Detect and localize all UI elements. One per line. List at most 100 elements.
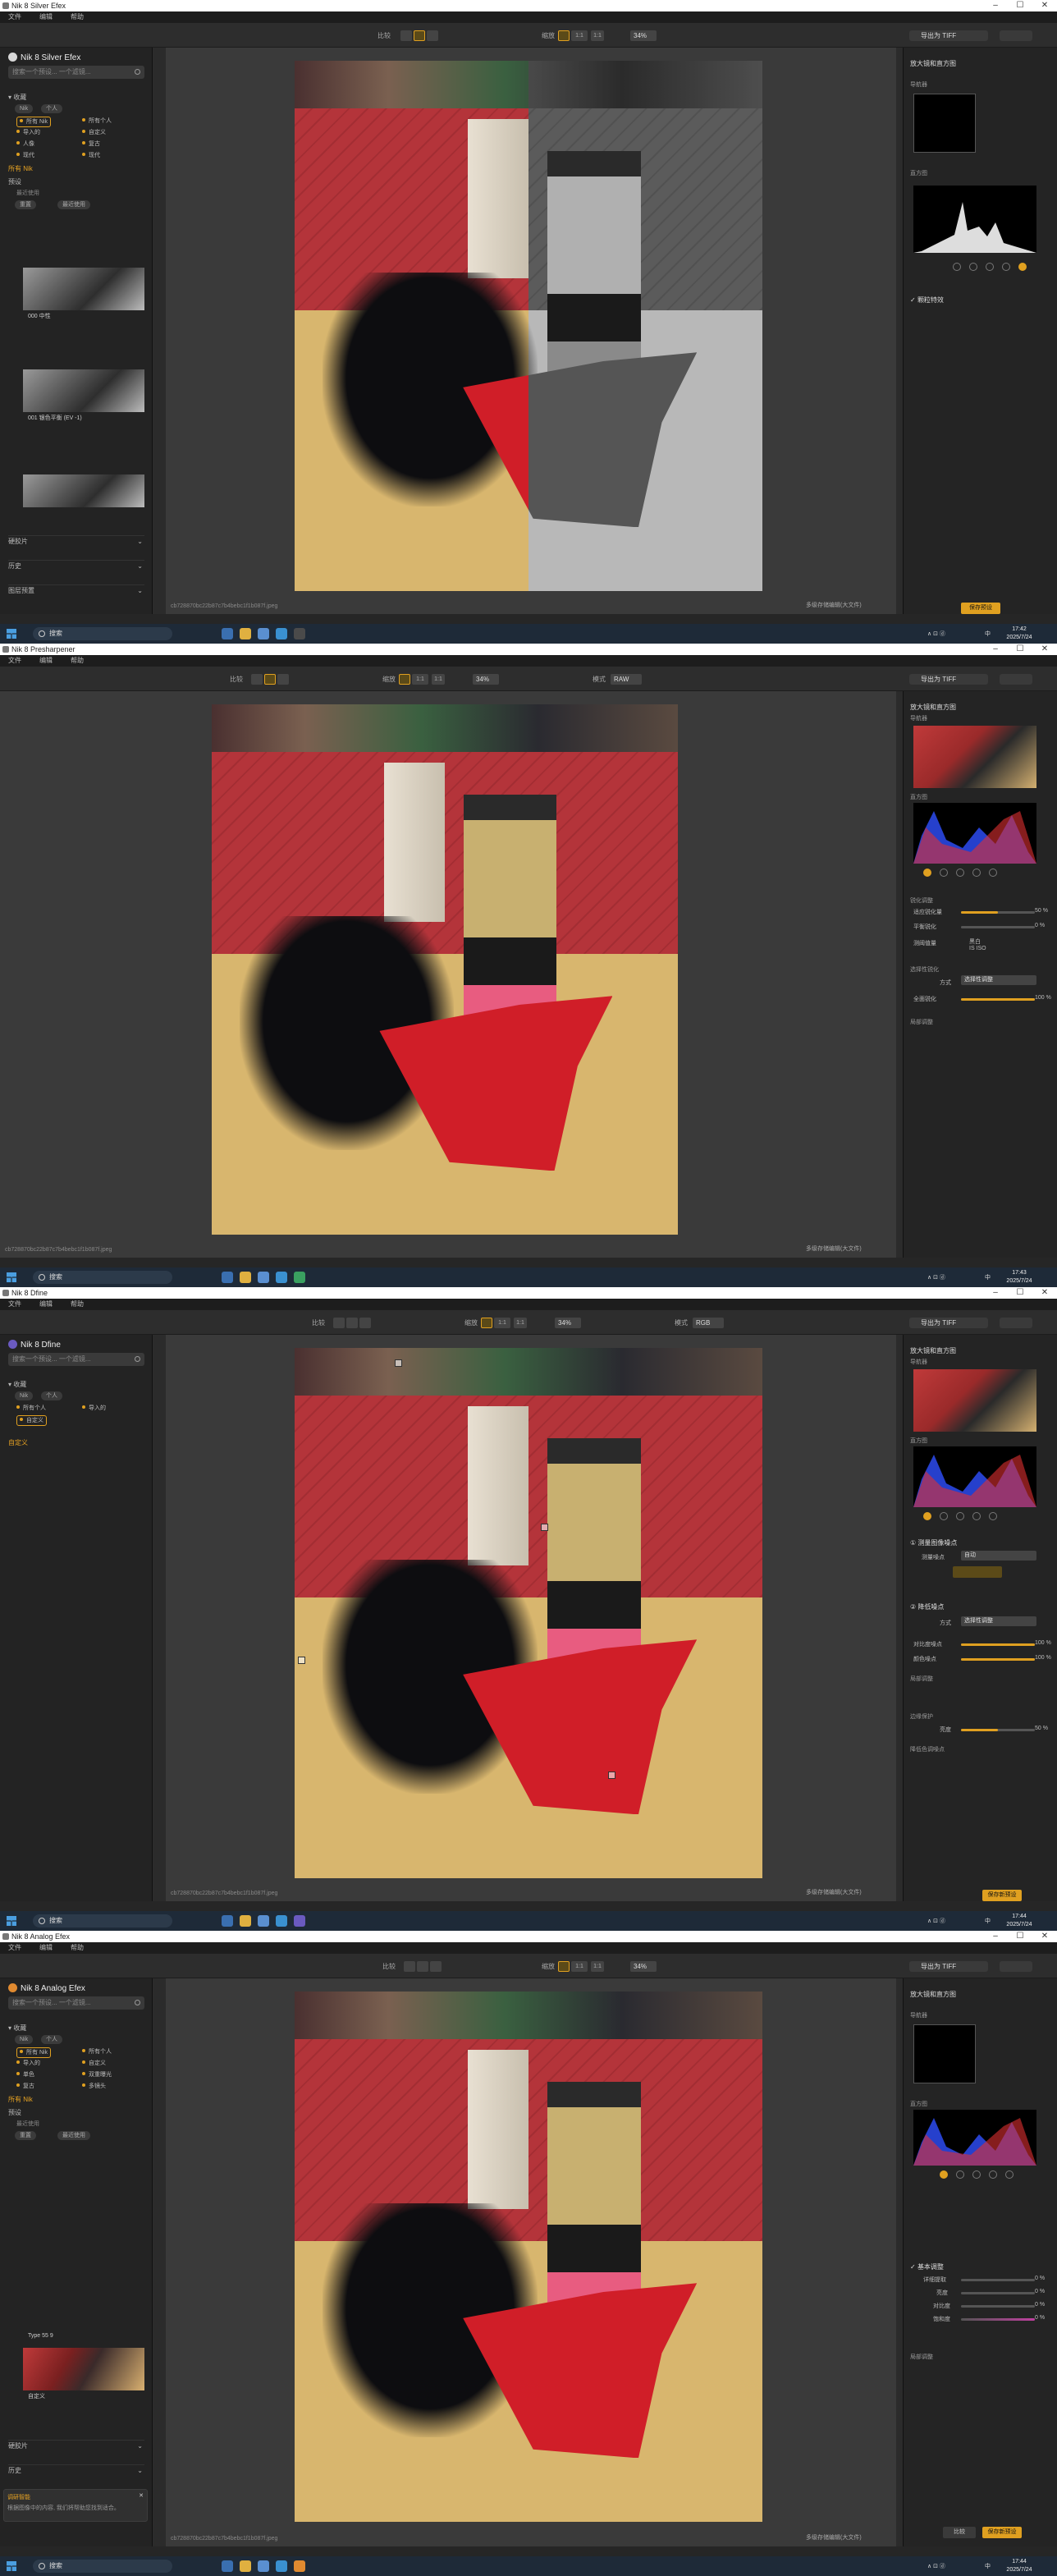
fav-item[interactable]: 导入的 <box>82 1404 106 1413</box>
mail-icon[interactable] <box>276 628 287 639</box>
store-icon[interactable] <box>258 628 269 639</box>
menu-file[interactable]: 文件 <box>8 1300 21 1308</box>
store-icon[interactable] <box>258 1272 269 1283</box>
tab-nik[interactable]: Nik <box>15 1391 34 1400</box>
menu-help[interactable]: 帮助 <box>71 13 84 21</box>
mode-select[interactable]: RGB <box>693 1318 724 1328</box>
ime-indicator[interactable]: 中 <box>985 630 991 638</box>
reset-chip[interactable]: 重置 <box>15 200 36 209</box>
photo-preview[interactable] <box>295 61 762 591</box>
balance-slider[interactable] <box>961 926 1035 928</box>
radio-bw[interactable]: 黑白 <box>969 937 981 946</box>
detail-slider[interactable] <box>961 2279 1035 2281</box>
brightness-slider[interactable] <box>961 1729 1035 1731</box>
folder-icon[interactable] <box>240 1915 251 1927</box>
zoom-1to1-button[interactable]: 1:1 <box>571 1961 588 1972</box>
histogram-channel-all[interactable] <box>940 2170 948 2179</box>
taskbar-search[interactable]: 搜索 <box>33 627 172 640</box>
contrast-noise-slider[interactable] <box>961 1643 1035 1646</box>
measure-mode-select[interactable]: 自动 <box>961 1551 1036 1561</box>
windows-start-icon[interactable] <box>7 1272 16 1282</box>
section-row[interactable]: 历史 ⌄ <box>8 2464 144 2476</box>
tab-personal[interactable]: 个人 <box>41 104 62 113</box>
all-label[interactable]: 自定义 <box>8 1438 28 1448</box>
fav-item[interactable]: 所有个人 <box>16 1404 46 1413</box>
maximize-icon[interactable]: ☐ <box>1008 1931 1032 1942</box>
taskbar-search[interactable]: 搜索 <box>33 2560 172 2573</box>
export-select[interactable]: 导出为 TIFF <box>909 1961 988 1972</box>
compare-single-button[interactable] <box>400 30 412 41</box>
navigator-preview[interactable] <box>913 1369 1036 1432</box>
global-sharpen-slider[interactable] <box>961 998 1035 1001</box>
compare-split-button[interactable] <box>264 674 276 685</box>
mode-select[interactable]: RAW <box>611 674 642 685</box>
clock[interactable]: 17:43 2025/7/24 <box>1003 1269 1036 1286</box>
search-input[interactable]: 搜索一个预设... 一个滤镜... <box>8 66 144 79</box>
tab-personal[interactable]: 个人 <box>41 2035 62 2044</box>
compare-single-button[interactable] <box>333 1318 345 1328</box>
recent-chip[interactable]: 最近使用 <box>57 200 90 209</box>
histogram-channel-g[interactable] <box>986 263 994 271</box>
brightness-slider[interactable] <box>961 2292 1035 2294</box>
edge-icon[interactable] <box>222 1915 233 1927</box>
ime-indicator[interactable]: 中 <box>985 2562 991 2570</box>
histogram-channel-all[interactable] <box>923 1512 931 1520</box>
compare-single-button[interactable] <box>251 674 263 685</box>
tab-nik[interactable]: Nik <box>15 104 34 113</box>
section-row[interactable]: 硬胶片 ⌄ <box>8 2440 144 2451</box>
settings-button[interactable] <box>1000 1318 1032 1328</box>
menu-edit[interactable]: 编辑 <box>39 1300 53 1308</box>
photo-preview[interactable] <box>295 1992 762 2522</box>
color-noise-slider[interactable] <box>961 1658 1035 1661</box>
histogram-channel-g[interactable] <box>956 869 964 877</box>
menu-file[interactable]: 文件 <box>8 657 21 664</box>
grain-section[interactable]: ✓ 颗粒特效 <box>910 296 1051 305</box>
windows-start-icon[interactable] <box>7 629 16 639</box>
clock[interactable]: 17:44 2025/7/24 <box>1003 2558 1036 2574</box>
histogram-channel-b[interactable] <box>972 869 981 877</box>
edge-icon[interactable] <box>222 628 233 639</box>
histogram-channel-r[interactable] <box>969 263 977 271</box>
search-icon[interactable] <box>135 69 140 75</box>
saturation-slider[interactable] <box>961 2318 1035 2321</box>
search-icon[interactable] <box>135 1356 140 1362</box>
control-point-icon[interactable] <box>608 1772 615 1779</box>
settings-button[interactable] <box>1000 30 1032 41</box>
tray-icons[interactable]: ∧ ⊡ ⓓ <box>927 1273 945 1281</box>
compare-side-button[interactable] <box>277 674 289 685</box>
fav-item[interactable]: 现代 <box>82 151 100 160</box>
windows-start-icon[interactable] <box>7 1916 16 1926</box>
image-canvas[interactable]: cb728870bc22b87c7b4bebc1f1b087f.jpeg 多级存… <box>166 48 896 614</box>
reset-chip[interactable]: 重置 <box>15 2131 36 2140</box>
compare-split-button[interactable] <box>414 30 425 41</box>
search-input[interactable]: 搜索一个预设... 一个滤镜... <box>8 1996 144 2010</box>
menu-help[interactable]: 帮助 <box>71 1300 84 1308</box>
tab-personal[interactable]: 个人 <box>41 1391 62 1400</box>
menu-edit[interactable]: 编辑 <box>39 13 53 21</box>
folder-icon[interactable] <box>240 1272 251 1283</box>
fav-item[interactable]: 所有个人 <box>82 2047 112 2056</box>
fav-item[interactable]: 复古 <box>16 2082 34 2091</box>
recent-chip[interactable]: 最近使用 <box>57 2131 90 2140</box>
ime-indicator[interactable]: 中 <box>985 1273 991 1281</box>
section-row[interactable]: 历史 ⌄ <box>8 560 144 571</box>
fav-item[interactable]: 双重曝光 <box>82 2070 112 2079</box>
histogram-channel-lum[interactable] <box>989 1512 997 1520</box>
compare-single-button[interactable] <box>404 1961 415 1972</box>
histogram-channel-r[interactable] <box>956 2170 964 2179</box>
nik-app-icon[interactable] <box>294 2560 305 2572</box>
histogram-channel-lum[interactable] <box>989 869 997 877</box>
image-canvas[interactable]: cb728870bc22b87c7b4bebc1f1b087f.jpeg 多级存… <box>0 691 896 1258</box>
fav-item[interactable]: 导入的 <box>16 2059 40 2068</box>
fav-item[interactable]: 单色 <box>16 2070 34 2079</box>
close-icon[interactable]: ✕ <box>1032 644 1057 655</box>
control-point-icon[interactable] <box>395 1359 402 1367</box>
photo-preview[interactable] <box>212 704 678 1235</box>
zoom-1to1-alt-button[interactable]: 1:1 <box>514 1318 527 1328</box>
save-preset-button[interactable]: 保存新预设 <box>982 2527 1022 2538</box>
menu-file[interactable]: 文件 <box>8 1944 21 1951</box>
menu-edit[interactable]: 编辑 <box>39 1944 53 1951</box>
fav-item[interactable]: 所有 Nik <box>16 117 52 127</box>
windows-start-icon[interactable] <box>7 2561 16 2571</box>
tray-icons[interactable]: ∧ ⊡ ⓓ <box>927 630 945 638</box>
